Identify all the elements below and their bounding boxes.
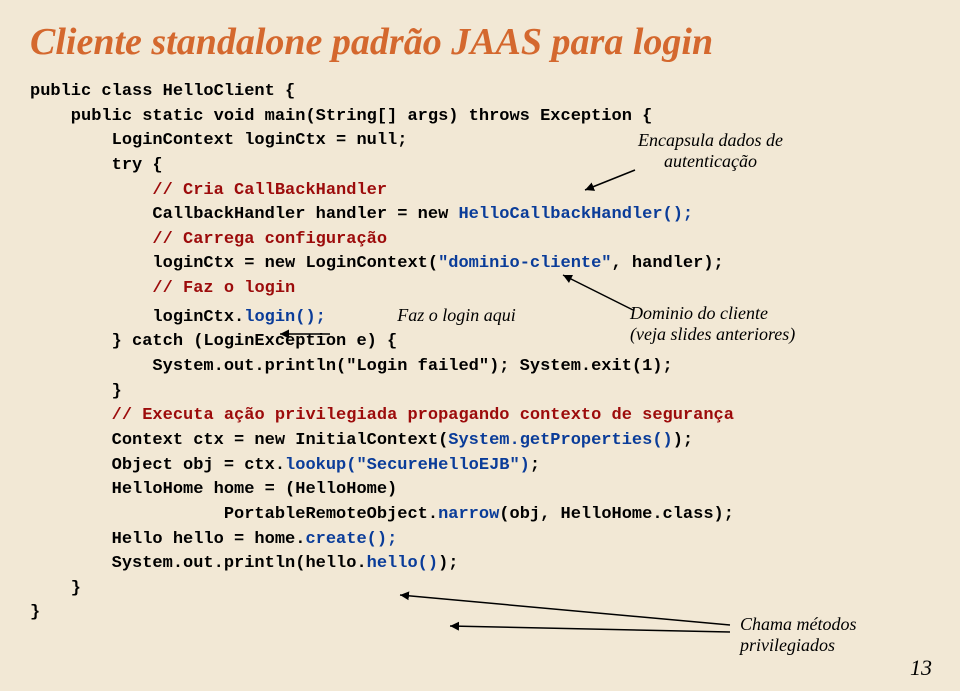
code-line: } catch (LoginException e) { xyxy=(30,332,397,351)
code-line xyxy=(30,181,152,200)
annotation-encapsula: Encapsula dados deautenticação xyxy=(638,130,783,172)
code-line: } xyxy=(30,382,122,401)
code-line xyxy=(30,406,112,425)
code-highlight: create(); xyxy=(305,530,397,549)
code-line: public class HelloClient { xyxy=(30,82,295,101)
code-line: HelloHome home = (HelloHome) xyxy=(30,480,397,499)
code-highlight: hello() xyxy=(367,554,438,573)
code-line: loginCtx. xyxy=(30,308,244,327)
code-line: public static void main(String[] args) t… xyxy=(30,107,652,126)
code-highlight: narrow xyxy=(438,505,499,524)
code-line: ); xyxy=(673,431,693,450)
code-line: ; xyxy=(530,456,540,475)
code-line: (obj, HelloHome.class); xyxy=(499,505,734,524)
code-line: LoginContext loginCtx = null; xyxy=(30,131,407,150)
code-line: Hello hello = home. xyxy=(30,530,305,549)
code-block: public class HelloClient { public static… xyxy=(30,80,930,626)
code-line: CallbackHandler handler = new xyxy=(30,205,458,224)
code-comment: // Executa ação privilegiada propagando … xyxy=(112,406,734,425)
code-line: PortableRemoteObject. xyxy=(30,505,438,524)
code-line xyxy=(30,279,152,298)
code-line: try { xyxy=(30,156,163,175)
code-line: System.out.println("Login failed"); Syst… xyxy=(30,357,673,376)
code-highlight: System.getProperties() xyxy=(448,431,672,450)
code-highlight: login(); xyxy=(244,308,326,327)
code-line: System.out.println(hello. xyxy=(30,554,367,573)
code-line: , handler); xyxy=(612,254,724,273)
code-line: ); xyxy=(438,554,458,573)
code-highlight: lookup("SecureHelloEJB") xyxy=(285,456,530,475)
code-comment: // Carrega configuração xyxy=(152,230,387,249)
slide-title: Cliente standalone padrão JAAS para logi… xyxy=(30,20,930,64)
code-line: Object obj = ctx. xyxy=(30,456,285,475)
code-line: Context ctx = new InitialContext( xyxy=(30,431,448,450)
code-line: loginCtx = new LoginContext( xyxy=(30,254,438,273)
code-line: } xyxy=(30,603,40,622)
code-highlight: "dominio-cliente" xyxy=(438,254,611,273)
code-highlight: HelloCallbackHandler(); xyxy=(458,205,693,224)
code-line xyxy=(30,230,152,249)
annotation-dominio: Dominio do cliente(veja slides anteriore… xyxy=(630,303,795,345)
annotation-login: Faz o login aqui xyxy=(397,305,516,325)
code-comment: // Cria CallBackHandler xyxy=(152,181,387,200)
code-comment: // Faz o login xyxy=(152,279,295,298)
annotation-chama: Chama métodosprivilegiados xyxy=(740,614,857,656)
page-number: 13 xyxy=(910,655,932,681)
code-line: } xyxy=(30,579,81,598)
